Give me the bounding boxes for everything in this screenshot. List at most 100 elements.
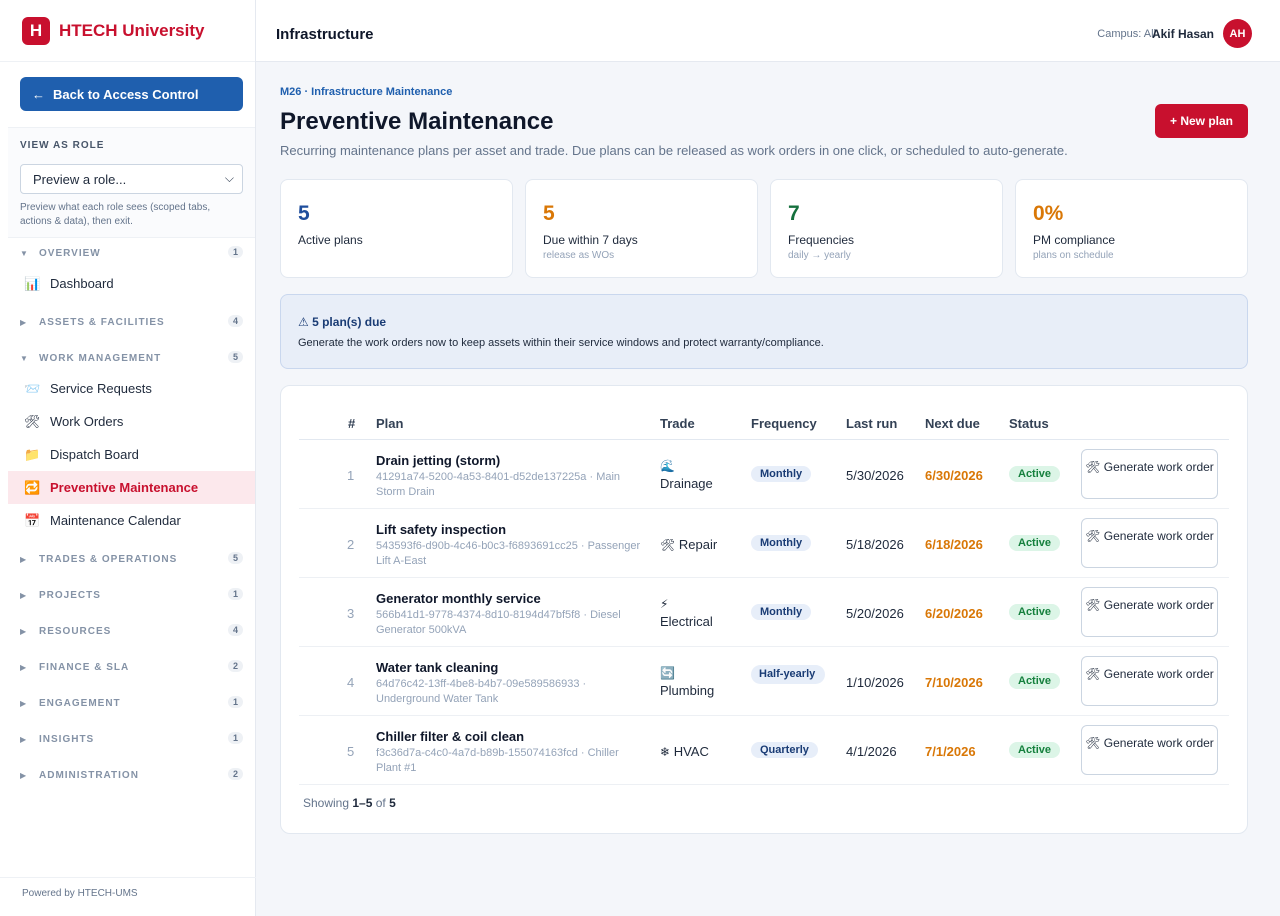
- column-header-trade[interactable]: Trade: [660, 416, 695, 431]
- nav-section-label: ENGAGEMENT: [39, 697, 121, 709]
- stat-label: Frequencies: [788, 233, 855, 247]
- plan-name[interactable]: Generator monthly service: [376, 591, 541, 606]
- frequency-badge: Monthly: [751, 535, 812, 551]
- table-row[interactable]: 3 Generator monthly service 566b41d1-977…: [299, 578, 1229, 647]
- nav-section-work-management[interactable]: ▼ WORK MANAGEMENT 5: [20, 348, 243, 368]
- plans-table-card: # Plan Trade Frequency Last run Next due…: [280, 385, 1248, 834]
- stat-value: 0%: [1033, 202, 1064, 225]
- plan-meta: 543593f6-d90b-4c46-b0c3-f6893691cc25 · P…: [376, 540, 641, 567]
- caret-right-icon: ▶: [20, 698, 28, 708]
- last-run: 5/18/2026: [846, 537, 904, 552]
- sidebar-item-label: Work Orders: [50, 414, 124, 429]
- avatar[interactable]: AH: [1223, 19, 1252, 48]
- nav-section-trades-operations[interactable]: ▶ TRADES & OPERATIONS 5: [20, 549, 243, 569]
- showing-prefix: Showing: [303, 796, 350, 810]
- sidebar-item-work-orders[interactable]: 🛠 Work Orders: [8, 405, 255, 438]
- topbar: Infrastructure Campus: All Akif Hasan AH: [256, 0, 1280, 62]
- sidebar-item-maintenance-calendar[interactable]: 📅 Maintenance Calendar: [8, 504, 255, 537]
- topbar-title: Infrastructure: [276, 26, 374, 43]
- frequency-badge: Monthly: [751, 466, 812, 482]
- frequency-badge: Monthly: [751, 604, 812, 620]
- generate-work-order-button[interactable]: 🛠 Generate work order: [1081, 449, 1218, 499]
- plan-meta: 64d76c42-13ff-4be8-b4b7-09e589586933 · U…: [376, 678, 587, 705]
- brand-logo: H: [22, 16, 50, 45]
- next-due: 7/10/2026: [925, 675, 983, 690]
- nav-section-projects[interactable]: ▶ PROJECTS 1: [20, 585, 243, 605]
- plan-meta: 566b41d1-9778-4374-8d10-8194d47bf5f8 · D…: [376, 609, 621, 636]
- plan-name[interactable]: Drain jetting (storm): [376, 453, 500, 468]
- calendar-icon: 📅: [24, 512, 41, 528]
- stat-card-pm-compliance: 0% PM compliance plans on schedule: [1015, 179, 1248, 278]
- role-preview-panel: VIEW AS ROLE Preview a role... ⌵ Preview…: [8, 127, 255, 238]
- nav-section-overview[interactable]: ▼ OVERVIEW 1: [20, 243, 243, 263]
- new-plan-button[interactable]: + New plan: [1155, 104, 1248, 138]
- column-header-next-due[interactable]: Next due: [925, 416, 980, 431]
- row-number: 4: [347, 675, 355, 690]
- tools-icon: 🛠: [660, 538, 676, 552]
- sidebar: H HTECH University ← Back to Access Cont…: [0, 0, 256, 916]
- plan-name[interactable]: Lift safety inspection: [376, 522, 506, 537]
- nav-section-resources[interactable]: ▶ RESOURCES 4: [20, 621, 243, 641]
- table-row[interactable]: 1 Drain jetting (storm) 41291a74-5200-4a…: [299, 440, 1229, 509]
- inbox-icon: 📨: [24, 380, 41, 396]
- wave-icon: 🌊: [660, 459, 675, 473]
- row-number: 5: [347, 744, 355, 759]
- powered-by: Powered by HTECH-UMS: [0, 877, 256, 916]
- campus-filter[interactable]: Campus: All: [1097, 28, 1156, 40]
- table-row[interactable]: 5 Chiller filter & coil clean f3c36d7a-c…: [299, 716, 1229, 785]
- column-header-last-run[interactable]: Last run: [846, 416, 897, 431]
- plan-name[interactable]: Chiller filter & coil clean: [376, 729, 524, 744]
- trade-label: HVAC: [673, 744, 709, 759]
- showing-total: 5: [389, 796, 396, 810]
- trade-cell: 🌊 Drainage: [660, 458, 713, 492]
- back-to-access-control-button[interactable]: ← Back to Access Control: [20, 77, 243, 111]
- nav-section-administration[interactable]: ▶ ADMINISTRATION 2: [20, 765, 243, 785]
- nav-section-assets-facilities[interactable]: ▶ ASSETS & FACILITIES 4: [20, 312, 243, 332]
- column-header-status[interactable]: Status: [1009, 416, 1049, 431]
- role-select-value: Preview a role...: [33, 171, 127, 187]
- sidebar-item-dispatch-board[interactable]: 📁 Dispatch Board: [8, 438, 255, 471]
- column-header-frequency[interactable]: Frequency: [751, 416, 817, 431]
- caret-right-icon: ▶: [20, 662, 28, 672]
- trade-cell: ❄ HVAC: [660, 743, 709, 761]
- nav-section-label: PROJECTS: [39, 589, 101, 601]
- generate-work-order-button[interactable]: 🛠 Generate work order: [1081, 518, 1218, 568]
- last-run: 5/20/2026: [846, 606, 904, 621]
- caret-right-icon: ▶: [20, 554, 28, 564]
- stat-sub: plans on schedule: [1033, 250, 1114, 261]
- repeat-icon: 🔁: [24, 479, 41, 495]
- trade-cell: 🛠 Repair: [660, 536, 717, 554]
- table-row[interactable]: 2 Lift safety inspection 543593f6-d90b-4…: [299, 509, 1229, 578]
- sidebar-item-label: Dashboard: [50, 276, 114, 291]
- nav-section-finance-sla[interactable]: ▶ FINANCE & SLA 2: [20, 657, 243, 677]
- role-select[interactable]: Preview a role... ⌵: [20, 164, 243, 194]
- caret-right-icon: ▶: [20, 317, 28, 327]
- generate-work-order-button[interactable]: 🛠 Generate work order: [1081, 725, 1218, 775]
- sidebar-item-service-requests[interactable]: 📨 Service Requests: [8, 372, 255, 405]
- row-number: 1: [347, 468, 355, 483]
- status-badge: Active: [1009, 466, 1061, 482]
- plan-meta: f3c36d7a-c4c0-4a7d-b89b-155074163fcd · C…: [376, 747, 619, 774]
- plan-name[interactable]: Water tank cleaning: [376, 660, 498, 675]
- caret-right-icon: ▶: [20, 770, 28, 780]
- last-run: 1/10/2026: [846, 675, 904, 690]
- nav-section-insights[interactable]: ▶ INSIGHTS 1: [20, 729, 243, 749]
- status-badge: Active: [1009, 604, 1061, 620]
- generate-work-order-button[interactable]: 🛠 Generate work order: [1081, 656, 1218, 706]
- table-row[interactable]: 4 Water tank cleaning 64d76c42-13ff-4be8…: [299, 647, 1229, 716]
- bar-chart-icon: 📊: [24, 275, 41, 291]
- nav-section-count: 5: [227, 351, 243, 363]
- sidebar-item-preventive-maintenance[interactable]: 🔁 Preventive Maintenance: [8, 471, 255, 504]
- user-name[interactable]: Akif Hasan: [1152, 27, 1214, 41]
- sidebar-item-dashboard[interactable]: 📊 Dashboard: [8, 267, 255, 300]
- chevron-down-icon: ⌵: [224, 171, 234, 185]
- role-help-text: Preview what each role sees (scoped tabs…: [20, 202, 211, 227]
- sidebar-item-label: Maintenance Calendar: [50, 513, 181, 528]
- nav-section-engagement[interactable]: ▶ ENGAGEMENT 1: [20, 693, 243, 713]
- trade-cell: 🔄 Plumbing: [660, 665, 714, 699]
- column-header-plan[interactable]: Plan: [376, 416, 403, 431]
- generate-work-order-button[interactable]: 🛠 Generate work order: [1081, 587, 1218, 637]
- trade-label: Repair: [678, 537, 718, 552]
- brand[interactable]: H HTECH University: [0, 0, 255, 62]
- back-button-label: Back to Access Control: [53, 86, 199, 102]
